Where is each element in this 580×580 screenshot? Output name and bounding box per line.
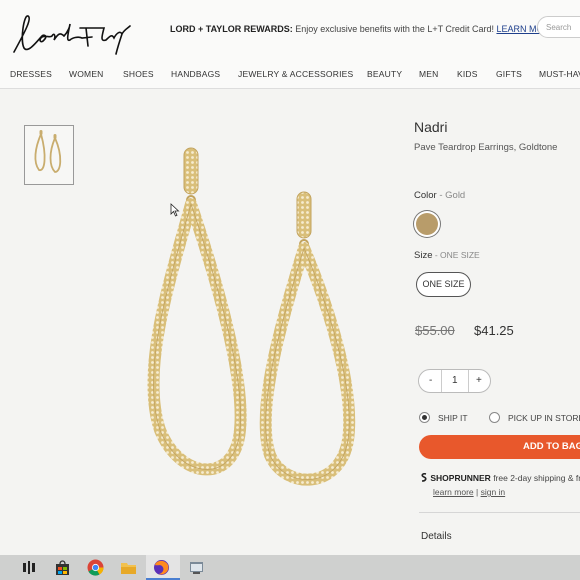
nav-item-dresses[interactable]: DRESSES [10,69,52,79]
product-page: LORD + TAYLOR REWARDS: Enjoy exclusive b… [0,0,580,555]
size-label: Size - ONE SIZE [414,250,480,261]
earrings-product-image [147,147,356,486]
nav-item-must-haves[interactable]: MUST-HAVES [539,69,580,79]
size-label-text: Size [414,250,433,261]
nav-item-women[interactable]: WOMEN [69,69,104,79]
details-section-toggle[interactable]: Details [421,531,452,542]
nav-item-gifts[interactable]: GIFTS [496,69,522,79]
nav-item-men[interactable]: MEN [419,69,439,79]
main-nav: DRESSES WOMEN SHOES HANDBAGS JEWELRY & A… [0,62,580,89]
shoprunner-sign-in-link[interactable]: sign in [481,487,506,497]
rewards-text: Enjoy exclusive benefits with the L+T Cr… [292,24,497,34]
nav-item-handbags[interactable]: HANDBAGS [171,69,220,79]
qty-divider [468,370,469,392]
pickup-radio[interactable] [489,412,500,423]
nav-item-beauty[interactable]: BEAUTY [367,69,402,79]
rewards-banner: LORD + TAYLOR REWARDS: Enjoy exclusive b… [170,24,556,34]
color-swatch-gold[interactable] [416,213,438,235]
qty-plus-button[interactable]: + [476,375,482,386]
sale-price: $41.25 [474,323,514,338]
shoprunner-links: learn more | sign in [433,487,505,497]
add-to-bag-button[interactable]: ADD TO BAG [419,435,580,459]
lord-taylor-logo[interactable] [8,10,133,58]
quantity-stepper: - 1 + [418,369,491,393]
product-name: Pave Teardrop Earrings, Goldtone [414,142,558,153]
shoprunner-info: SHOPRUNNER free 2-day shipping & free re… [420,473,580,483]
shoprunner-text: free 2-day shipping & free returns [493,473,580,483]
divider [419,512,580,513]
color-label-text: Color [414,190,437,201]
color-value: - Gold [436,190,466,201]
size-value: - ONE SIZE [432,250,480,260]
app-window-icon[interactable] [188,559,205,576]
file-explorer-icon[interactable] [120,559,137,576]
qty-divider [441,370,442,392]
chrome-icon[interactable] [87,559,104,576]
shoprunner-learn-more-link[interactable]: learn more [433,487,474,497]
color-label: Color - Gold [414,190,465,201]
windows-taskbar [0,555,580,580]
product-brand[interactable]: Nadri [414,119,447,135]
qty-minus-button[interactable]: - [429,375,432,386]
shoprunner-icon [421,473,427,482]
nav-item-kids[interactable]: KIDS [457,69,478,79]
search-input[interactable]: Search [537,16,580,38]
shoprunner-title: SHOPRUNNER [430,473,491,483]
pickup-label: PICK UP IN STORE [508,413,580,423]
firefox-icon[interactable] [153,559,170,576]
ship-it-label: SHIP IT [438,413,468,423]
product-thumbnail[interactable] [24,125,74,185]
mouse-cursor-icon [170,203,180,217]
link-separator: | [473,487,481,497]
size-option-button[interactable]: ONE SIZE [416,272,471,297]
qty-value[interactable]: 1 [452,375,458,386]
task-view-icon[interactable] [22,559,36,576]
ship-it-radio[interactable] [419,412,430,423]
rewards-title: LORD + TAYLOR REWARDS: [170,24,293,34]
original-price: $55.00 [415,323,455,338]
site-header: LORD + TAYLOR REWARDS: Enjoy exclusive b… [0,0,580,62]
nav-item-shoes[interactable]: SHOES [123,69,154,79]
nav-item-jewelry-accessories[interactable]: JEWELRY & ACCESSORIES [238,69,353,79]
store-icon[interactable] [55,559,70,576]
earrings-thumbnail-image [34,130,62,173]
